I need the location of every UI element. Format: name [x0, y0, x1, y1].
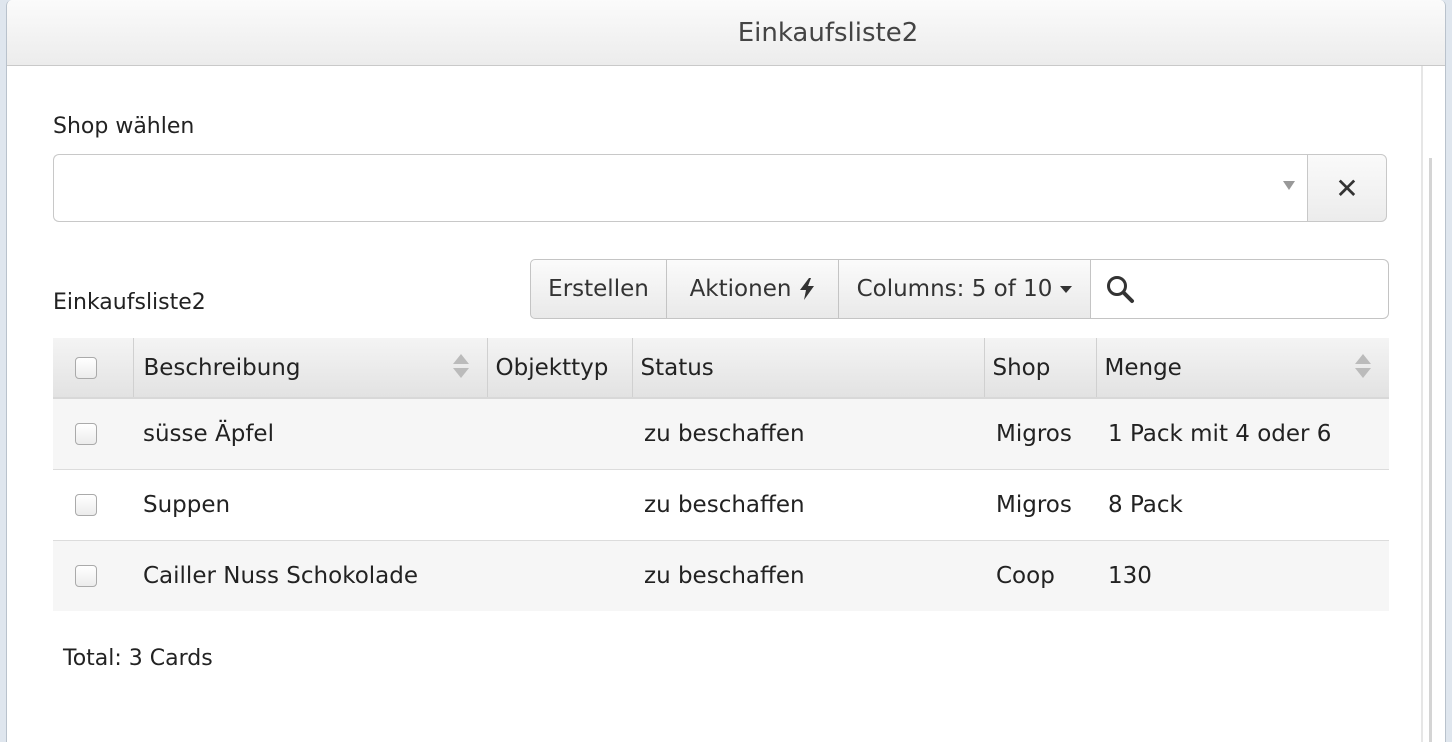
table-header-row: Beschreibung Objekttyp Status Shop Menge	[53, 338, 1389, 399]
table-row[interactable]: Cailler Nuss Schokolade zu beschaffen Co…	[53, 540, 1389, 611]
table-row[interactable]: süsse Äpfel zu beschaffen Migros 1 Pack …	[53, 398, 1389, 469]
total-count: Total: 3 Cards	[63, 646, 213, 671]
cell-shop: Migros	[996, 491, 1072, 518]
shop-select-label: Shop wählen	[53, 114, 195, 139]
cell-shop: Migros	[996, 420, 1072, 447]
column-header-label: Beschreibung	[143, 354, 301, 381]
row-select-cell	[53, 540, 133, 611]
row-select-cell	[53, 398, 133, 469]
cell-beschreibung: Cailler Nuss Schokolade	[143, 562, 419, 589]
shopping-table: Beschreibung Objekttyp Status Shop Menge	[53, 338, 1389, 611]
table-title: Einkaufsliste2	[53, 290, 206, 315]
table-row[interactable]: Suppen zu beschaffen Migros 8 Pack	[53, 469, 1389, 540]
column-header-label: Shop	[992, 354, 1051, 381]
column-header-objekttyp[interactable]: Objekttyp	[487, 338, 633, 399]
scroll-track	[1421, 66, 1423, 742]
create-button-label: Erstellen	[548, 276, 649, 302]
actions-button[interactable]: Aktionen	[667, 259, 839, 319]
cell-beschreibung: Suppen	[143, 491, 231, 518]
sort-icon[interactable]	[452, 354, 469, 382]
cell-status: zu beschaffen	[644, 562, 805, 589]
caret-down-icon	[1060, 285, 1073, 293]
select-all-cell	[53, 338, 134, 399]
cell-beschreibung: süsse Äpfel	[143, 420, 274, 447]
row-checkbox[interactable]	[75, 565, 97, 588]
select-all-checkbox[interactable]	[75, 357, 97, 379]
bolt-icon	[800, 278, 815, 300]
table-toolbar: Erstellen Aktionen Columns: 5 of 10	[530, 259, 1389, 319]
row-select-cell	[53, 469, 133, 540]
scrollbar[interactable]	[1429, 158, 1432, 742]
app-window: Einkaufsliste2 Shop wählen ✕ Einkaufslis…	[6, 0, 1446, 742]
cell-objekttyp	[487, 398, 632, 469]
column-header-label: Objekttyp	[495, 354, 609, 381]
caret-down-icon	[1283, 181, 1295, 190]
shop-select[interactable]	[53, 154, 1309, 222]
column-header-label: Status	[640, 354, 714, 381]
column-header-beschreibung[interactable]: Beschreibung	[133, 338, 488, 399]
cell-menge: 130	[1108, 562, 1152, 589]
cell-menge: 1 Pack mit 4 oder 6	[1108, 420, 1332, 447]
cell-status: zu beschaffen	[644, 491, 805, 518]
search-icon	[1107, 276, 1134, 303]
columns-button-label: Columns: 5 of 10	[856, 276, 1053, 302]
search-input[interactable]	[1091, 259, 1389, 319]
actions-button-label: Aktionen	[689, 276, 792, 302]
cell-menge: 8 Pack	[1108, 491, 1183, 518]
column-header-label: Menge	[1104, 354, 1182, 381]
sort-icon[interactable]	[1355, 354, 1371, 382]
row-checkbox[interactable]	[75, 494, 97, 516]
create-button[interactable]: Erstellen	[530, 259, 667, 319]
row-checkbox[interactable]	[75, 423, 97, 446]
window-title: Einkaufsliste2	[737, 17, 919, 48]
cell-objekttyp	[487, 469, 632, 540]
column-header-menge[interactable]: Menge	[1096, 338, 1389, 399]
cell-shop: Coop	[996, 562, 1055, 589]
cell-objekttyp	[487, 540, 632, 611]
columns-button[interactable]: Columns: 5 of 10	[839, 259, 1091, 319]
column-header-shop[interactable]: Shop	[984, 338, 1097, 399]
window-titlebar: Einkaufsliste2	[7, 0, 1445, 66]
cell-status: zu beschaffen	[644, 420, 805, 447]
column-header-status[interactable]: Status	[632, 338, 985, 399]
close-icon: ✕	[1335, 171, 1359, 205]
clear-shop-button[interactable]: ✕	[1307, 154, 1387, 222]
